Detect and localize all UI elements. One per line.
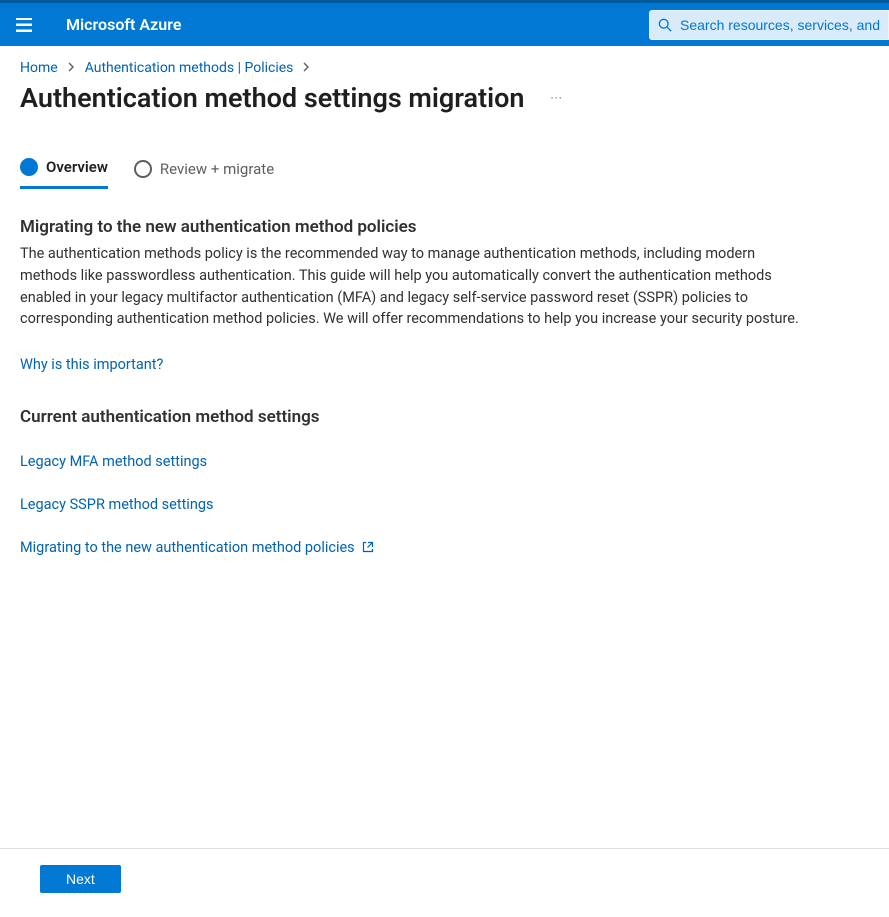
brand-label: Microsoft Azure [48, 15, 181, 34]
step-indicator-icon [134, 160, 152, 178]
why-important-link[interactable]: Why is this important? [20, 356, 163, 373]
main-content: Migrating to the new authentication meth… [0, 189, 820, 556]
page-title-bar: Authentication method settings migration… [0, 76, 889, 114]
tab-review-migrate[interactable]: Review + migrate [134, 158, 274, 189]
next-button[interactable]: Next [40, 865, 121, 893]
chevron-right-icon [303, 62, 310, 75]
section-heading-migrating: Migrating to the new authentication meth… [20, 217, 800, 237]
search-input[interactable] [680, 17, 880, 33]
section-heading-current: Current authentication method settings [20, 407, 800, 427]
link-text: Migrating to the new authentication meth… [20, 539, 355, 556]
search-icon [658, 18, 672, 32]
section-body: The authentication methods policy is the… [20, 243, 800, 330]
wizard-tabs: Overview Review + migrate [0, 114, 889, 189]
external-link-icon [362, 541, 374, 553]
legacy-mfa-link[interactable]: Legacy MFA method settings [20, 453, 207, 470]
step-indicator-icon [20, 158, 38, 176]
migrating-doc-link[interactable]: Migrating to the new authentication meth… [20, 539, 374, 556]
menu-toggle[interactable] [0, 3, 48, 46]
legacy-sspr-link[interactable]: Legacy SSPR method settings [20, 496, 213, 513]
breadcrumb-policies[interactable]: Authentication methods | Policies [85, 60, 294, 76]
page-title: Authentication method settings migration [20, 82, 524, 114]
breadcrumb-home[interactable]: Home [20, 60, 58, 76]
tab-overview[interactable]: Overview [20, 158, 108, 189]
tab-label: Review + migrate [160, 160, 274, 178]
global-search[interactable] [649, 10, 889, 40]
tab-label: Overview [46, 158, 108, 176]
breadcrumb: Home Authentication methods | Policies [0, 46, 889, 76]
wizard-footer: Next [0, 848, 889, 917]
more-actions-button[interactable]: ··· [546, 87, 566, 109]
top-header: Microsoft Azure [0, 0, 889, 46]
hamburger-icon [16, 18, 32, 32]
chevron-right-icon [68, 62, 75, 75]
